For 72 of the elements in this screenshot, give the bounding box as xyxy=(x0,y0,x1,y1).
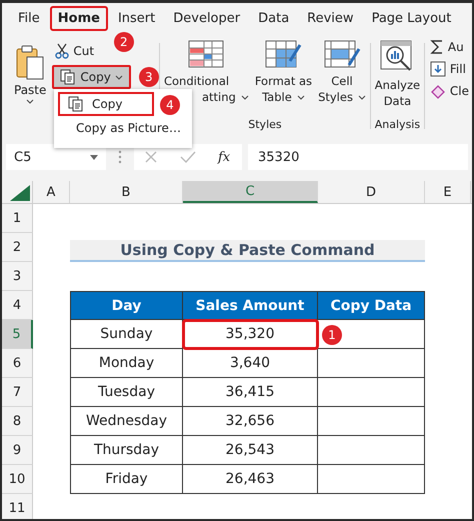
step-badge: 4 xyxy=(160,95,180,115)
table-cell: Sunday xyxy=(70,320,183,349)
ribbon-tab[interactable]: Home xyxy=(50,6,108,30)
clipboard-icon xyxy=(15,43,46,81)
step-badge: 2 xyxy=(114,32,134,52)
column-header[interactable]: D xyxy=(318,181,425,203)
row-header[interactable]: 8 xyxy=(2,407,33,436)
row-header[interactable]: 2 xyxy=(2,233,33,262)
column-header[interactable]: A xyxy=(33,181,70,203)
table-header-cell: Sales Amount xyxy=(183,291,318,320)
table-cell: 35,320 xyxy=(183,320,318,349)
formula-field[interactable]: 35320 xyxy=(248,144,468,170)
clear-button[interactable]: Cle xyxy=(426,81,472,101)
row-header[interactable]: 11 xyxy=(2,494,33,519)
ribbon-tab[interactable]: Developer xyxy=(165,6,248,30)
ribbon-tab[interactable]: Insert xyxy=(110,6,164,30)
fill-down-icon xyxy=(430,61,446,77)
table-cell: Monday xyxy=(70,349,183,378)
cell-brush-icon xyxy=(323,39,361,69)
group-label: Styles xyxy=(248,118,282,133)
cut-button[interactable]: Cut xyxy=(52,41,98,61)
table-cell: 32,656 xyxy=(183,407,318,436)
column-header[interactable]: E xyxy=(425,181,471,203)
ribbon-tab[interactable]: Review xyxy=(299,6,362,30)
table-button[interactable]: Format as Table xyxy=(252,37,316,118)
scissors-icon xyxy=(55,43,70,59)
ribbon-tab[interactable]: Page Layout xyxy=(364,6,460,30)
row-header[interactable]: 6 xyxy=(2,349,33,378)
copy-icon xyxy=(68,96,84,112)
drag-handle-icon[interactable] xyxy=(118,149,122,165)
row-header[interactable]: 10 xyxy=(2,465,33,494)
row-header[interactable]: 4 xyxy=(2,291,33,320)
cancel-icon[interactable] xyxy=(144,150,158,164)
group-label: Analysis xyxy=(374,118,420,133)
table-cell: Thursday xyxy=(70,436,183,465)
table-header-cell: Copy Data xyxy=(318,291,425,320)
analyze-button[interactable]: Analyze Data xyxy=(372,37,424,118)
table-cell: 36,415 xyxy=(183,378,318,407)
enter-check-icon[interactable] xyxy=(180,150,196,164)
row-header[interactable]: 7 xyxy=(2,378,33,407)
table-cell: 26,543 xyxy=(183,436,318,465)
column-header[interactable]: C xyxy=(183,181,318,203)
row-header[interactable]: 3 xyxy=(2,262,33,291)
step-badge: 3 xyxy=(138,67,159,87)
table-cell: 3,640 xyxy=(183,349,318,378)
paste-button[interactable]: Paste xyxy=(14,37,46,104)
insert-function-button[interactable]: fx xyxy=(218,150,230,164)
ribbon-tab[interactable]: File xyxy=(10,6,48,30)
fill-button[interactable]: Fill xyxy=(426,59,469,79)
row-header[interactable]: 1 xyxy=(2,204,33,233)
table-brush-icon xyxy=(264,39,302,69)
caret-icon xyxy=(26,99,34,104)
eraser-icon xyxy=(430,83,446,99)
table-cell: Tuesday xyxy=(70,378,183,407)
copy-button[interactable]: Copy xyxy=(52,65,131,89)
table-cell: Wednesday xyxy=(70,407,183,436)
sum-icon xyxy=(430,39,444,55)
ribbon-tab[interactable]: Data xyxy=(250,6,298,30)
conditional-formatting-icon xyxy=(187,39,226,69)
menu-item[interactable]: Copy xyxy=(58,92,154,116)
table-header-cell: Day xyxy=(70,291,183,320)
copy-icon xyxy=(60,69,76,85)
select-all-icon[interactable] xyxy=(10,185,30,201)
caret-icon xyxy=(114,74,123,80)
sum-button[interactable]: Au xyxy=(426,37,467,57)
sheet-title: Using Copy & Paste Command xyxy=(70,240,425,262)
table-cell: 26,463 xyxy=(183,465,318,494)
table-cell: Friday xyxy=(70,465,183,494)
row-header[interactable]: 5 xyxy=(2,320,33,349)
row-header[interactable]: 9 xyxy=(2,436,33,465)
menu-item[interactable]: Copy as Picture… xyxy=(58,116,191,140)
name-box[interactable]: C5 xyxy=(6,144,106,170)
